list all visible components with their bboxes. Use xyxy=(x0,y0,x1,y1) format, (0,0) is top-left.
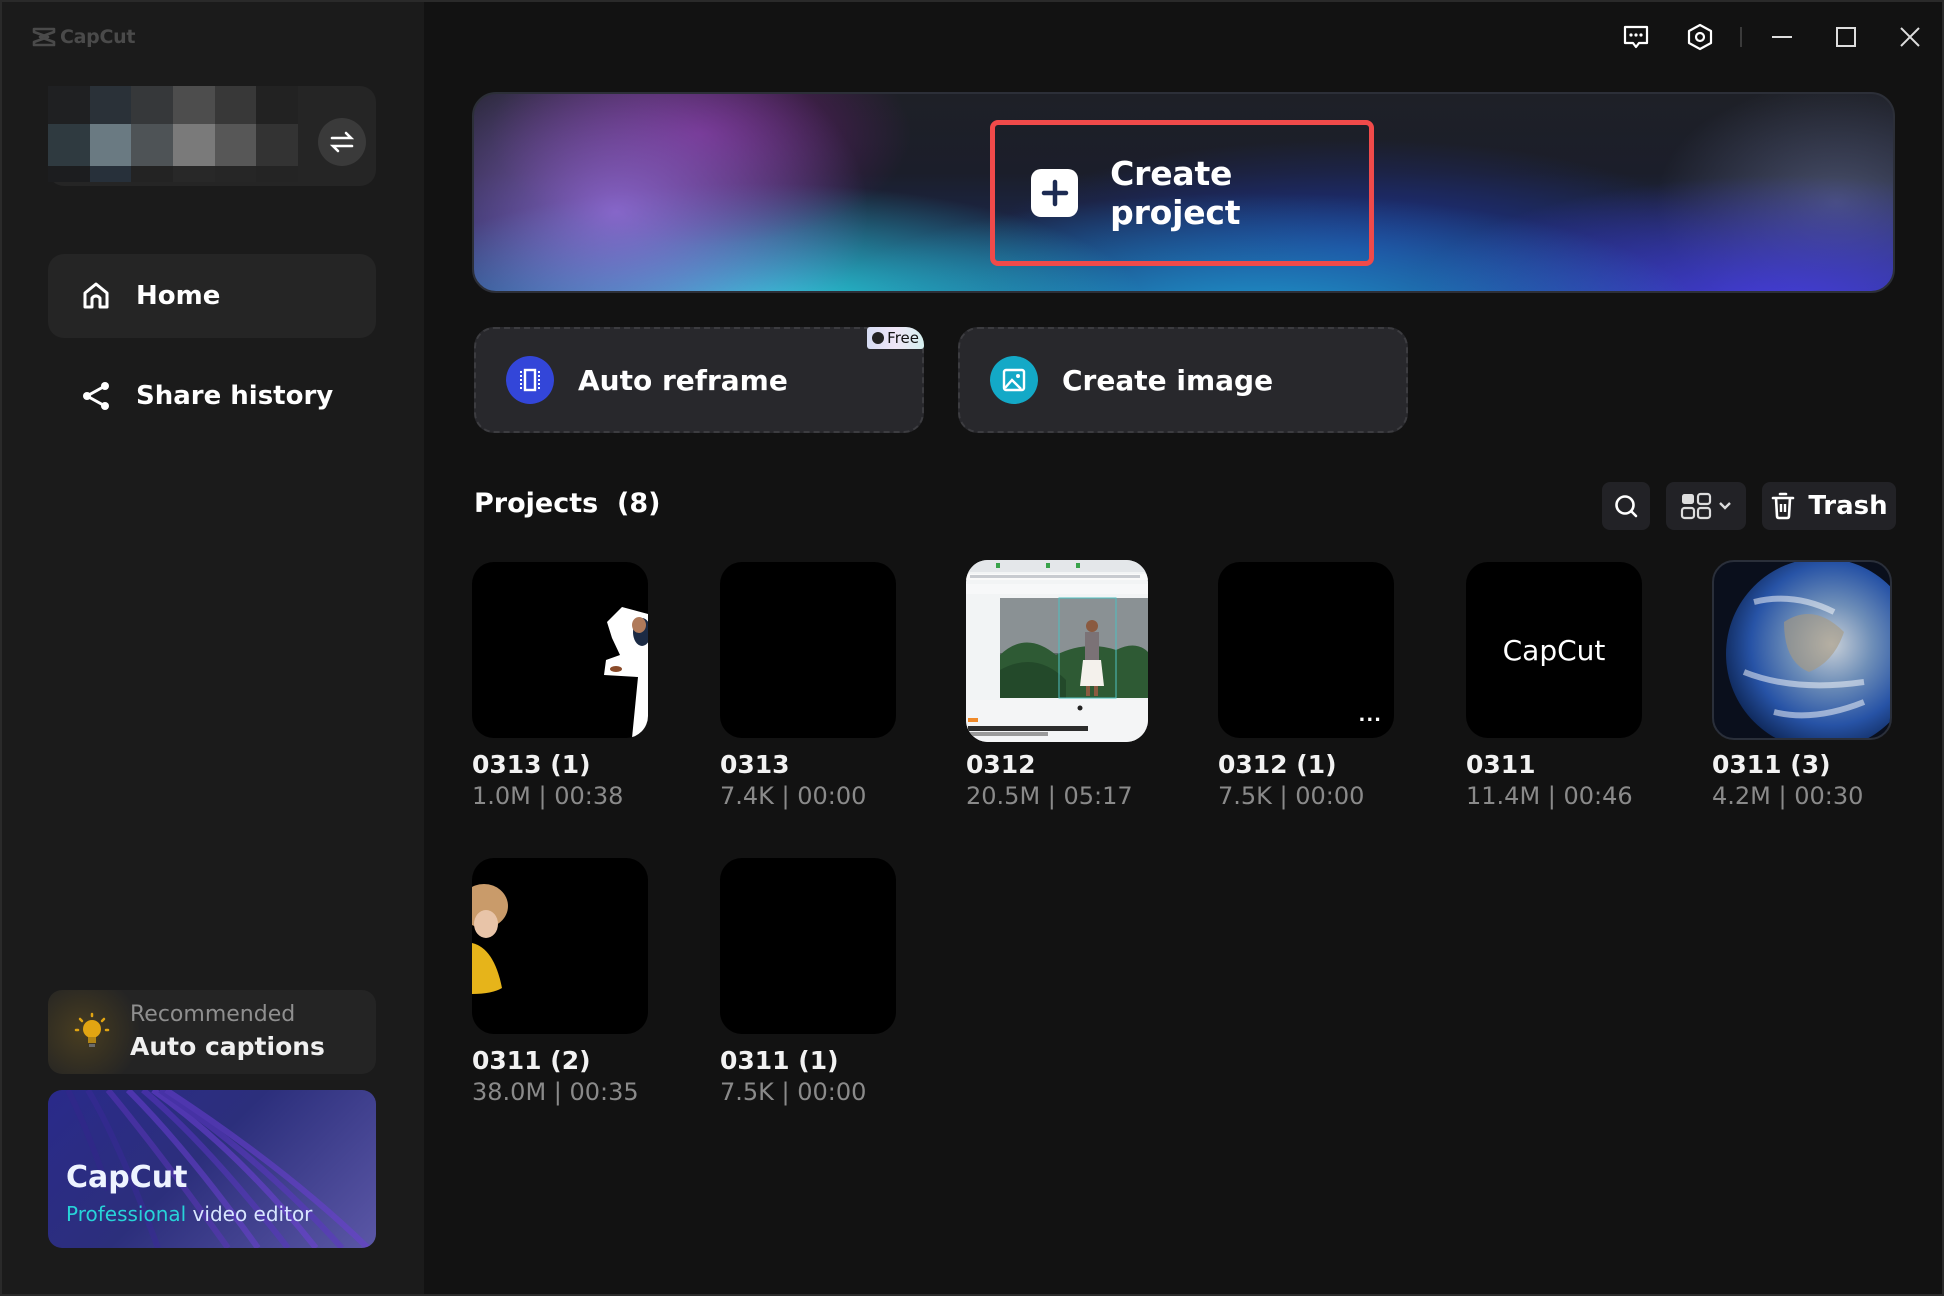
project-thumbnail xyxy=(1712,560,1892,740)
recommended-auto-captions[interactable]: Recommended Auto captions xyxy=(48,990,376,1074)
project-name: 0312 xyxy=(966,750,1036,779)
project-thumbnail xyxy=(472,562,648,738)
close-icon xyxy=(1900,27,1920,47)
trash-icon xyxy=(1772,492,1795,520)
feedback-button[interactable] xyxy=(1604,2,1668,72)
grid-view-icon xyxy=(1680,492,1712,520)
project-name: 0311 xyxy=(1466,750,1536,779)
minimize-icon xyxy=(1772,36,1792,38)
promo-title: CapCut xyxy=(66,1160,188,1195)
lightbulb-icon xyxy=(74,1012,110,1047)
account-card[interactable] xyxy=(48,86,376,186)
close-button[interactable] xyxy=(1878,2,1942,72)
sidebar: CapCut Home Share history Recommended Au… xyxy=(2,2,424,1294)
auto-reframe-label: Auto reframe xyxy=(578,363,788,397)
sidebar-item-label: Home xyxy=(136,281,221,311)
project-meta: 7.5K | 00:00 xyxy=(720,1078,867,1106)
swap-arrows-icon xyxy=(329,131,355,153)
reframe-icon xyxy=(506,356,554,404)
project-thumbnail xyxy=(720,562,896,738)
project-meta: 11.4M | 00:46 xyxy=(1466,782,1633,810)
project-meta: 7.5K | 00:00 xyxy=(1218,782,1365,810)
chat-bubble-dots-icon xyxy=(1623,25,1649,49)
view-mode-dropdown[interactable] xyxy=(1666,482,1746,530)
search-icon xyxy=(1615,495,1638,518)
chevron-down-icon xyxy=(1719,502,1731,510)
app-logo: CapCut xyxy=(32,26,135,48)
trash-label: Trash xyxy=(1808,491,1888,521)
titlebar-divider xyxy=(1740,27,1742,47)
titlebar-controls xyxy=(1604,2,1942,72)
project-name: 0311 (2) xyxy=(472,1046,591,1075)
free-badge: Free xyxy=(867,327,924,349)
capcut-window: CapCut Home Share history Recommended Au… xyxy=(2,2,1942,1294)
thumbnail-text: CapCut xyxy=(1502,633,1606,667)
clock-icon xyxy=(872,332,885,344)
create-project-button[interactable]: Create project xyxy=(990,120,1374,266)
plus-icon xyxy=(1031,169,1079,217)
image-icon xyxy=(990,356,1038,404)
more-options-icon[interactable]: ... xyxy=(1358,705,1382,726)
minimize-button[interactable] xyxy=(1750,2,1814,72)
project-name: 0311 (1) xyxy=(720,1046,839,1075)
capcut-logo-icon xyxy=(32,27,56,47)
project-thumbnail: CapCut xyxy=(1466,562,1642,738)
hexagon-settings-icon xyxy=(1687,23,1713,51)
project-thumbnail: ... xyxy=(1218,562,1394,738)
create-image-card[interactable]: Create image xyxy=(958,327,1408,433)
app-name: CapCut xyxy=(60,26,136,48)
project-name: 0313 xyxy=(720,750,790,779)
project-meta: 1.0M | 00:38 xyxy=(472,782,624,810)
switch-account-button[interactable] xyxy=(318,118,366,166)
project-thumbnail xyxy=(720,858,896,1034)
home-icon xyxy=(83,282,109,309)
maximize-icon xyxy=(1836,27,1856,47)
sidebar-item-label: Share history xyxy=(136,381,334,411)
project-name: 0313 (1) xyxy=(472,750,591,779)
recommended-title: Auto captions xyxy=(130,1032,325,1061)
project-name: 0312 (1) xyxy=(1218,750,1337,779)
recommended-label: Recommended xyxy=(130,1002,296,1027)
settings-button[interactable] xyxy=(1668,2,1732,72)
create-project-banner[interactable]: Create project xyxy=(472,92,1895,293)
project-meta: 4.2M | 00:30 xyxy=(1712,782,1864,810)
search-projects-button[interactable] xyxy=(1602,482,1650,530)
sidebar-item-home[interactable]: Home xyxy=(48,254,376,338)
project-thumbnail xyxy=(472,858,648,1034)
trash-button[interactable]: Trash xyxy=(1762,482,1896,530)
create-image-label: Create image xyxy=(1062,363,1274,397)
promo-subtitle: Professional video editor xyxy=(66,1202,313,1226)
project-name: 0311 (3) xyxy=(1712,750,1831,779)
projects-heading: Projects (8) xyxy=(474,488,661,519)
project-meta: 20.5M | 05:17 xyxy=(966,782,1133,810)
maximize-button[interactable] xyxy=(1814,2,1878,72)
project-thumbnail xyxy=(966,560,1148,742)
project-meta: 7.4K | 00:00 xyxy=(720,782,867,810)
sidebar-item-share-history[interactable]: Share history xyxy=(48,354,376,438)
avatar xyxy=(48,86,298,182)
project-meta: 38.0M | 00:35 xyxy=(472,1078,639,1106)
capcut-pro-promo[interactable]: CapCut Professional video editor xyxy=(48,1090,376,1248)
auto-reframe-card[interactable]: Auto reframe Free xyxy=(474,327,924,433)
create-project-label: Create project xyxy=(1110,154,1241,232)
share-icon xyxy=(83,382,109,410)
